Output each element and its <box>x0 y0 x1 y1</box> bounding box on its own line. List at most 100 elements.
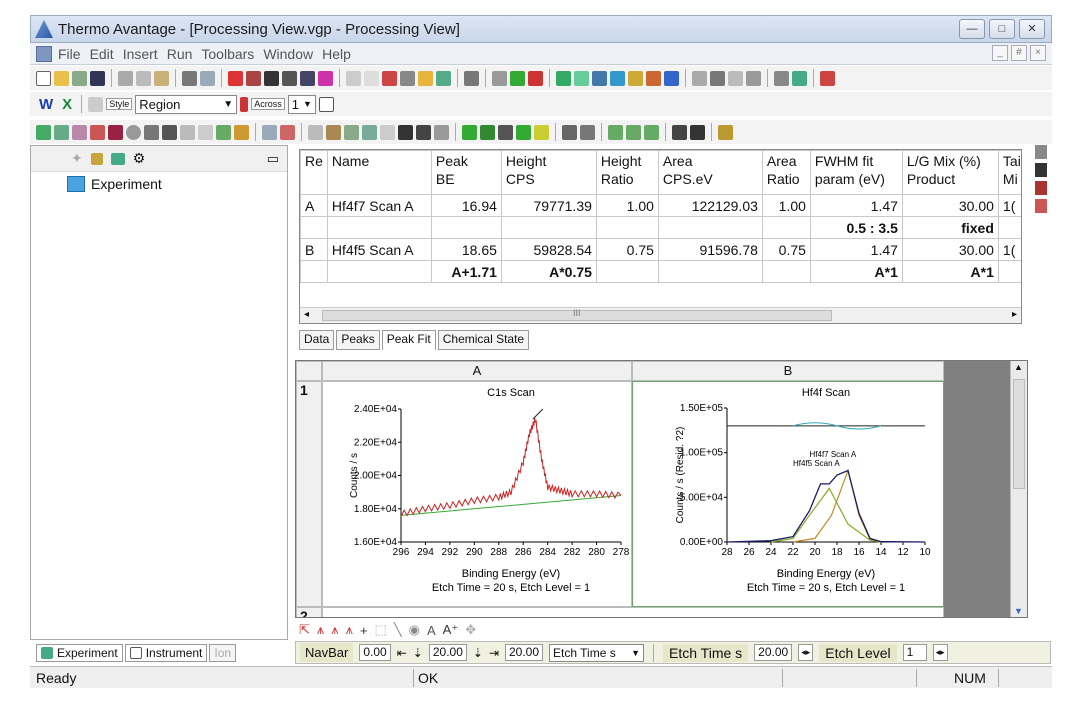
zoom-out-icon[interactable] <box>280 124 295 140</box>
edit-icon[interactable] <box>90 152 103 165</box>
table-cell[interactable]: Hf4f5 Scan A <box>326 238 432 261</box>
multi-peak-icon[interactable]: ⩚ <box>331 622 338 638</box>
tab-ion[interactable]: Ion <box>209 644 237 662</box>
table-cell[interactable] <box>997 216 1021 239</box>
table-cell[interactable]: A*0.75 <box>500 260 597 283</box>
angle-icon[interactable] <box>692 70 707 86</box>
table-cell[interactable] <box>657 260 763 283</box>
help-icon[interactable] <box>200 70 215 86</box>
spectrum5-icon[interactable] <box>436 70 451 86</box>
table-cell[interactable]: A*1 <box>809 260 903 283</box>
tree-root[interactable]: Experiment <box>31 172 287 192</box>
table-row[interactable]: 0.5 : 3.5 fixed <box>300 216 1021 239</box>
step-fwd-icon[interactable]: ⇣ <box>473 646 483 660</box>
table-cell[interactable]: Hf4f7 Scan A <box>326 194 432 217</box>
scroll-thumb[interactable]: III <box>322 308 832 321</box>
table-cell[interactable]: 91596.78 <box>657 238 763 261</box>
settings-icon[interactable]: ⚙ <box>133 150 146 167</box>
lib-icon[interactable] <box>728 70 743 86</box>
map2-icon[interactable] <box>574 70 589 86</box>
view1-icon[interactable] <box>36 124 51 140</box>
table-cell[interactable]: A <box>300 194 328 217</box>
tree-icon[interactable] <box>72 70 87 86</box>
table-cell[interactable] <box>595 260 659 283</box>
layout2-icon[interactable] <box>480 124 495 140</box>
layout4-icon[interactable] <box>516 124 531 140</box>
table-cell[interactable]: 1.47 <box>809 194 903 217</box>
etch-level-spinner[interactable]: ◂▸ <box>932 644 948 661</box>
menu-file[interactable]: File <box>58 46 81 62</box>
etch-select[interactable]: Etch Time s ▼ <box>549 643 645 662</box>
vertical-scrollbar[interactable]: ▲ ▼ <box>1010 361 1027 617</box>
paste-icon[interactable] <box>154 70 169 86</box>
stop-icon[interactable] <box>820 70 835 86</box>
ch-icon[interactable] <box>626 124 641 140</box>
tab-instrument[interactable]: Instrument <box>124 644 208 662</box>
table-cell[interactable]: A*1 <box>901 260 999 283</box>
grid-icon[interactable] <box>746 70 761 86</box>
table-icon[interactable] <box>318 96 334 112</box>
stack-icon[interactable] <box>344 124 359 140</box>
step-icon[interactable] <box>434 124 449 140</box>
tab-chemical-state[interactable]: Chemical State <box>437 330 530 350</box>
table-header-5[interactable]: Area CPS.eV <box>657 150 763 195</box>
table-header-3[interactable]: Height CPS <box>500 150 597 195</box>
table-header-7[interactable]: FWHM fit param (eV) <box>809 150 903 195</box>
eye-icon[interactable]: ◉ <box>409 622 420 638</box>
map3-icon[interactable] <box>592 70 607 86</box>
menu-window[interactable]: Window <box>263 46 313 62</box>
view9-icon[interactable] <box>180 124 195 140</box>
id-icon[interactable] <box>264 70 279 86</box>
molecule-icon[interactable] <box>318 70 333 86</box>
ruler-icon[interactable] <box>710 70 725 86</box>
zoom-in-icon[interactable] <box>262 124 277 140</box>
side-tool-1-icon[interactable] <box>1035 145 1047 159</box>
table-cell[interactable]: 1.00 <box>595 194 659 217</box>
view5-icon[interactable] <box>108 124 123 140</box>
table-cell[interactable]: 0.75 <box>761 238 811 261</box>
horizontal-scrollbar[interactable]: ◂ III ▸ <box>300 307 1021 323</box>
move-icon[interactable]: ✥ <box>465 622 476 638</box>
scroll-left-icon[interactable]: ◂ <box>304 309 309 320</box>
etch-time-spinner[interactable]: ◂▸ <box>798 644 814 661</box>
offset-icon[interactable] <box>362 124 377 140</box>
menu-run[interactable]: Run <box>167 46 193 62</box>
nav-value-3[interactable]: 20.00 <box>505 644 544 661</box>
menu-toolbars[interactable]: Toolbars <box>201 46 254 62</box>
step-icon[interactable]: ⇣ <box>413 646 423 660</box>
layout1-icon[interactable] <box>462 124 477 140</box>
save-icon[interactable] <box>90 70 105 86</box>
table-cell[interactable] <box>326 260 432 283</box>
table-row[interactable]: A Hf4f7 Scan A 16.94 79771.39 1.00 122129.03 1… <box>300 194 1021 217</box>
table-row[interactable]: B Hf4f5 Scan A 18.65 59828.54 0.75 91596.78 0.… <box>300 238 1021 261</box>
grid-row-2[interactable]: 2 <box>296 607 322 617</box>
side-tool-2-icon[interactable] <box>1035 163 1047 177</box>
overlay-icon[interactable] <box>326 124 341 140</box>
chart-cell-a[interactable]: C1s Scan 1.60E+04 1.80E+04 2.00E+04 2.20E+04… <box>322 381 632 607</box>
table-cell[interactable]: 1.00 <box>761 194 811 217</box>
table-cell[interactable]: 16.94 <box>430 194 502 217</box>
excel-button[interactable]: X <box>62 96 72 113</box>
table-cell[interactable]: 30.00 <box>901 194 999 217</box>
table-cell[interactable] <box>997 260 1021 283</box>
menu-insert[interactable]: Insert <box>123 46 158 62</box>
map1-icon[interactable] <box>556 70 571 86</box>
mdi-restore-button[interactable]: # <box>1011 45 1027 61</box>
spectrum1-icon[interactable] <box>346 70 361 86</box>
copy-icon[interactable] <box>136 70 151 86</box>
style-select[interactable]: Region ▼ <box>135 94 238 114</box>
table-cell[interactable] <box>300 216 328 239</box>
tab-peak-fit[interactable]: Peak Fit <box>381 330 436 350</box>
line-tool-icon[interactable]: ╲ <box>394 622 402 638</box>
bar-chart-icon[interactable] <box>234 124 249 140</box>
print-icon[interactable] <box>182 70 197 86</box>
layout3-icon[interactable] <box>498 124 513 140</box>
tab-experiment[interactable]: Experiment <box>36 644 123 662</box>
tab-data[interactable]: Data <box>299 330 335 350</box>
export-icon[interactable] <box>718 124 733 140</box>
table-cell[interactable]: B <box>300 238 328 261</box>
table-cell[interactable]: 0.75 <box>595 238 659 261</box>
cut-icon[interactable] <box>118 70 133 86</box>
map4-icon[interactable] <box>610 70 625 86</box>
profile-icon[interactable] <box>510 70 525 86</box>
